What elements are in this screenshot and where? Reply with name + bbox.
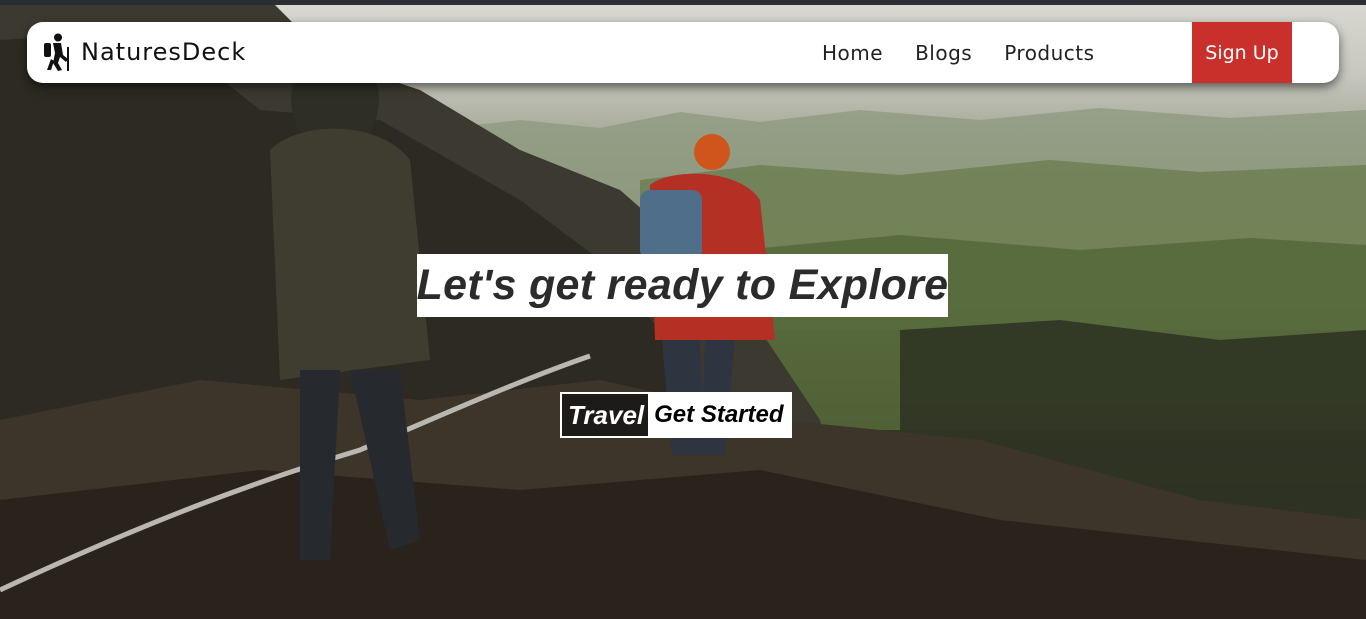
sign-up-button[interactable]: Sign Up — [1192, 22, 1292, 83]
hero-headline-box: Let's get ready to Explore — [417, 254, 948, 317]
cta-get-started-label: Get Started — [648, 394, 790, 436]
brand-name: NaturesDeck — [81, 38, 247, 66]
get-started-button[interactable]: Travel Get Started — [560, 392, 792, 438]
hiker-icon — [44, 33, 69, 71]
cta-travel-label: Travel — [562, 394, 649, 436]
nav-links: Home Blogs Products — [822, 22, 1127, 83]
nav-link-products[interactable]: Products — [1004, 41, 1094, 65]
page: NaturesDeck Home Blogs Products Sign Up … — [0, 0, 1366, 619]
brand[interactable]: NaturesDeck — [41, 32, 246, 72]
navbar: NaturesDeck Home Blogs Products Sign Up — [27, 22, 1339, 83]
nav-link-blogs[interactable]: Blogs — [915, 41, 972, 65]
hero-headline: Let's get ready to Explore — [416, 261, 949, 309]
nav-link-home[interactable]: Home — [822, 41, 883, 65]
top-strip — [0, 0, 1366, 5]
